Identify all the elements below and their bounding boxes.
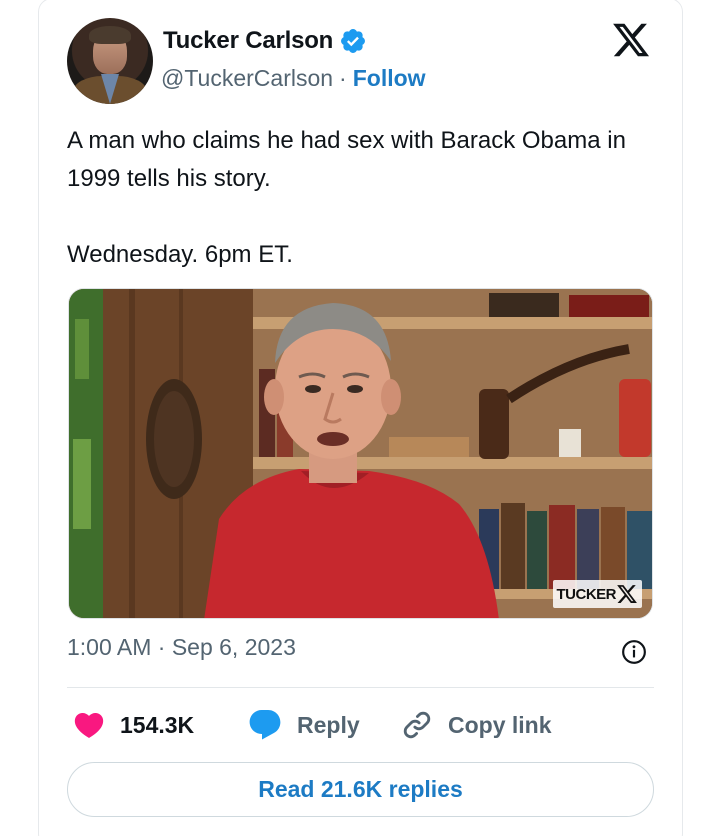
heart-icon (74, 712, 104, 738)
read-replies-button[interactable]: Read 21.6K replies (67, 762, 654, 817)
watermark-text: TUCKER (556, 585, 617, 603)
copy-link-button[interactable]: Copy link (400, 700, 552, 750)
follow-button[interactable]: Follow (353, 65, 426, 92)
separator-dot: · (339, 64, 347, 91)
reply-bubble-icon (249, 710, 281, 740)
tweet-text-line: A man who claims he had sex with Barack … (67, 127, 626, 192)
author-handle[interactable]: @TuckerCarlson (161, 65, 333, 92)
video-still-illustration (69, 289, 652, 618)
tweet-video-thumbnail[interactable]: TUCKER (68, 288, 653, 619)
like-count: 154.3K (120, 711, 195, 738)
author-name[interactable]: Tucker Carlson (163, 27, 333, 55)
tweet-actions: 154.3K Reply Copy link (67, 700, 654, 750)
divider (67, 687, 654, 688)
tweet-text-line: Wednesday. 6pm ET. (67, 241, 293, 268)
tweet-text: A man who claims he had sex with Barack … (67, 122, 667, 274)
author-name-row: Tucker Carlson (163, 24, 367, 58)
copy-link-label: Copy link (448, 711, 552, 738)
like-button[interactable]: 154.3K (72, 700, 194, 750)
link-icon (403, 711, 431, 739)
verified-badge-icon (341, 29, 366, 53)
avatar[interactable] (67, 18, 153, 104)
reply-button[interactable]: Reply (247, 700, 360, 750)
x-logo-icon[interactable] (610, 20, 652, 60)
watermark-logo: TUCKER (552, 580, 642, 608)
author-handle-row: @TuckerCarlson · Follow (161, 62, 426, 94)
reply-label: Reply (297, 711, 360, 738)
x-watermark-icon (617, 585, 637, 603)
tweet-timestamp[interactable]: 1:00 AM · Sep 6, 2023 (67, 634, 296, 661)
info-icon[interactable] (621, 639, 647, 665)
